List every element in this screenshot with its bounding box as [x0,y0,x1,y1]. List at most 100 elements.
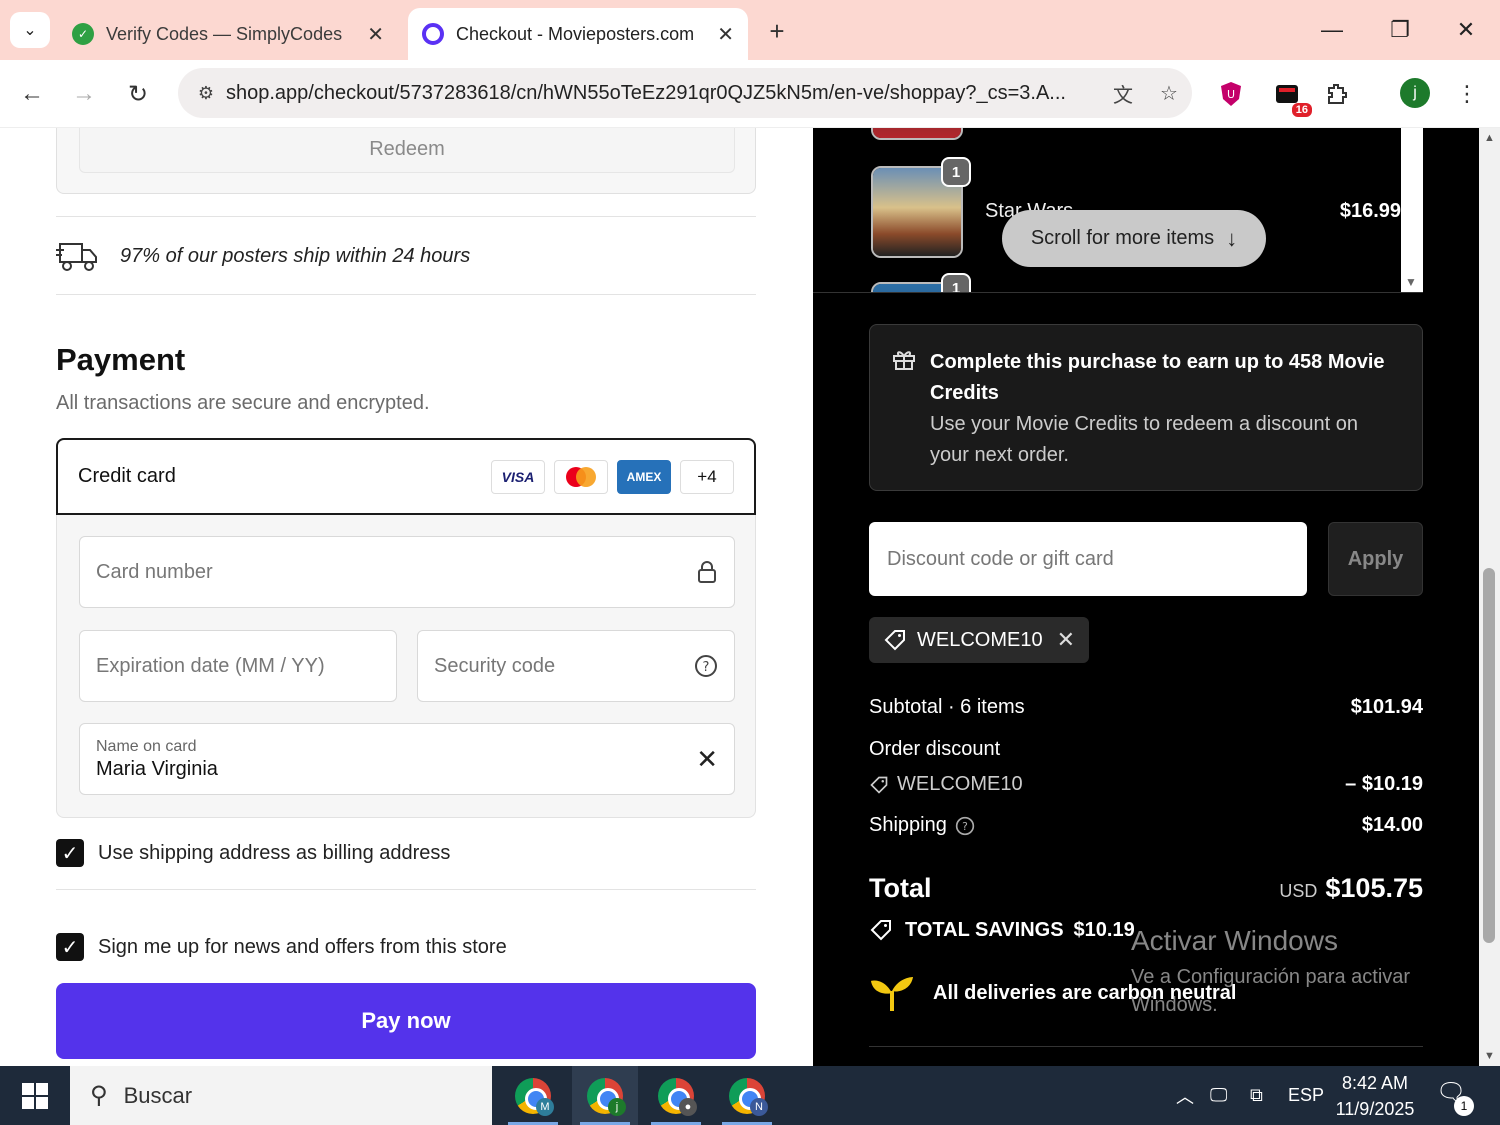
payment-subtitle: All transactions are secure and encrypte… [56,392,430,414]
close-icon[interactable]: ✕ [367,22,384,47]
profile-badge: M [536,1098,554,1116]
address-bar[interactable]: ⚙ shop.app/checkout/5737283618/cn/hWN55o… [178,68,1192,118]
menu-icon[interactable]: ⋮ [1450,77,1484,111]
restore-button[interactable]: ❐ [1380,10,1420,50]
shipping-note: 97% of our posters ship within 24 hours [56,236,470,276]
reload-button[interactable]: ↻ [118,74,158,114]
extension-notification-icon[interactable]: 16 [1270,77,1312,117]
show-hidden-icons[interactable]: ︿ [1176,1066,1194,1125]
help-icon[interactable]: ? [955,816,975,836]
billing-address-checkbox-row[interactable]: ✓ Use shipping address as billing addres… [56,839,450,867]
taskbar-search[interactable]: ⚲ Buscar [70,1066,492,1125]
discount-value: – $10.19 [1345,773,1423,795]
billing-checkbox-label: Use shipping address as billing address [98,841,451,864]
arrow-right-icon: → [72,80,96,107]
taskbar-chrome-3[interactable]: ● [643,1066,709,1125]
notifications-button[interactable]: 🗨 1 [1436,1078,1474,1116]
site-settings-icon[interactable]: ⚙ [186,83,226,104]
scroll-up-icon[interactable]: ▲ [1484,132,1495,144]
line-items-list[interactable]: 1 Star Wars $16.99 1 Scroll for more ite… [813,128,1423,293]
currency-code: USD [1279,881,1318,901]
meet-icon[interactable]: ⧉ [1250,1066,1263,1125]
expiration-placeholder: Expiration date (MM / YY) [96,654,325,677]
truck-icon [56,243,97,271]
url-text[interactable]: shop.app/checkout/5737283618/cn/hWN55oTe… [226,82,1100,105]
amex-logo: AMEX [617,459,671,494]
translate-icon[interactable]: 文 [1100,79,1146,108]
newsletter-checkbox-label: Sign me up for news and offers from this… [98,935,507,958]
pay-now-button[interactable]: Pay now [56,983,756,1059]
security-code-field[interactable]: Security code ? [417,630,735,702]
close-window-button[interactable]: ✕ [1446,10,1486,50]
tag-icon [870,776,888,794]
discount-code-input[interactable]: Discount code or gift card [869,522,1307,596]
divider [56,216,756,217]
remove-discount-icon[interactable]: ✕ [1057,627,1075,653]
network-icon[interactable]: 🖵 [1210,1066,1227,1125]
language-label: ESP [1288,1085,1325,1105]
items-scrollbar[interactable]: ▼ [1401,128,1423,292]
scroll-hint-label: Scroll for more items [1030,227,1215,249]
tag-icon [884,630,905,651]
mastercard-logo [554,459,608,494]
security-code-placeholder: Security code [434,654,556,677]
name-on-card-field[interactable]: Name on card Maria Virginia ✕ [79,723,735,795]
language-indicator[interactable]: ESP [1288,1066,1324,1125]
apply-button[interactable]: Apply [1328,522,1423,596]
tab-checkout[interactable]: Checkout - Movieposters.com ✕ [408,8,748,60]
scroll-down-icon[interactable]: ▼ [1405,275,1417,289]
watermark-subtitle: Ve a Configuración para activar Windows. [1131,966,1411,1016]
close-icon[interactable]: ✕ [717,22,734,47]
tab-title: Verify Codes — SimplyCodes [106,23,343,44]
scroll-down-icon[interactable]: ▼ [1484,1050,1495,1062]
watermark-title: Activar Windows [1131,925,1338,956]
tab-simplycodes[interactable]: ✓ Verify Codes — SimplyCodes ✕ [58,8,398,60]
start-button[interactable] [0,1066,70,1125]
redeem-button[interactable]: Redeem [79,128,735,173]
svg-text:?: ? [962,820,968,833]
sprout-icon [871,977,913,1011]
svg-text:?: ? [703,660,710,675]
arrow-down-icon: ↓ [1226,225,1238,251]
savings-label: TOTAL SAVINGS [905,918,1064,941]
browser-toolbar: ← → ↻ ⚙ shop.app/checkout/5737283618/cn/… [0,60,1500,128]
profile-avatar[interactable]: j [1400,78,1430,108]
expiration-date-field[interactable]: Expiration date (MM / YY) [79,630,397,702]
shipping-note-text: 97% of our posters ship within 24 hours [120,244,471,267]
svg-text:U: U [1227,88,1235,101]
forward-button[interactable]: → [64,74,104,114]
page-scrollbar[interactable]: ▲ ▼ [1479,128,1500,1066]
extensions-icon[interactable] [1320,77,1354,111]
help-icon[interactable]: ? [694,654,718,678]
item-price: $16.99 [1339,200,1401,222]
credit-card-option[interactable]: Credit card VISA AMEX +4 [56,438,756,515]
minimize-button[interactable]: — [1312,10,1352,50]
billing-checkbox[interactable]: ✓ [56,839,84,867]
lock-icon [698,561,716,583]
ublock-icon[interactable]: U [1214,77,1248,111]
star-icon[interactable]: ☆ [1146,81,1192,106]
card-number-field[interactable]: Card number [79,536,735,608]
subtotal-label: Subtotal · 6 items [869,696,1025,718]
taskbar-chrome-m[interactable]: M [500,1066,566,1125]
taskbar-chrome-n[interactable]: N [714,1066,780,1125]
scroll-more-items-button[interactable]: Scroll for more items ↓ [1002,210,1266,267]
discount-code-row: WELCOME10 – $10.19 [869,773,1423,796]
clear-icon[interactable]: ✕ [696,744,718,775]
newsletter-checkbox[interactable]: ✓ [56,933,84,961]
taskbar-chrome-j[interactable]: j [572,1066,638,1125]
shipping-row: Shipping ? $14.00 [869,814,1423,837]
back-button[interactable]: ← [12,74,52,114]
scrollbar-thumb[interactable] [1483,568,1495,943]
new-tab-button[interactable]: + [760,14,794,48]
taskbar-clock[interactable]: 8:42 AM 11/9/2025 [1330,1070,1420,1122]
tab-search-button[interactable]: ⌄ [10,12,50,48]
minimize-icon: — [1321,17,1343,42]
newsletter-checkbox-row[interactable]: ✓ Sign me up for news and offers from th… [56,933,507,961]
credits-redeem-section: Redeem [56,128,756,194]
chevron-up-icon: ︿ [1176,1086,1194,1107]
shipping-value: $14.00 [1361,814,1423,836]
reload-icon: ↻ [127,80,149,108]
subtotal-value: $101.94 [1350,696,1423,718]
applied-discount-chip: WELCOME10 ✕ [869,617,1090,663]
